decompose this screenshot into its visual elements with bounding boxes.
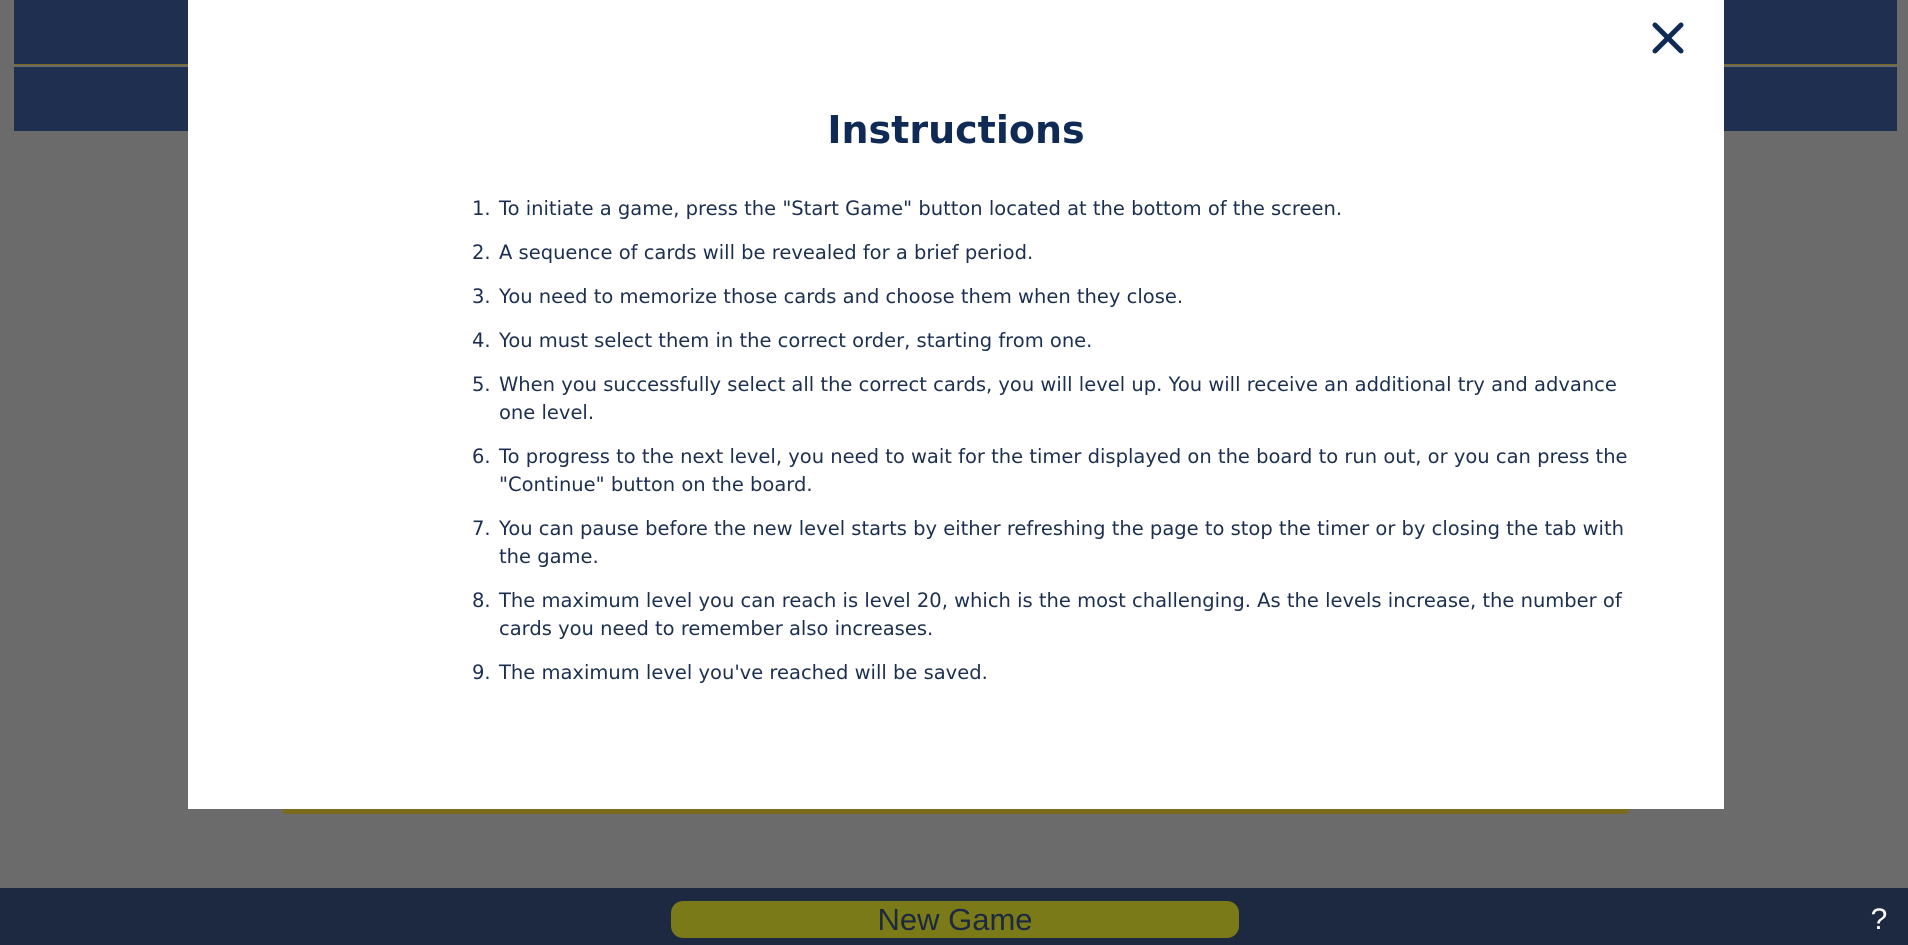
help-button[interactable]: ?	[1864, 900, 1894, 940]
instruction-item: 8. The maximum level you can reach is lev…	[472, 587, 1652, 643]
instruction-text: A sequence of cards will be revealed for…	[499, 241, 1034, 264]
close-icon	[1652, 22, 1684, 54]
instruction-item: 2. A sequence of cards will be revealed f…	[472, 239, 1652, 267]
instruction-number: 5.	[472, 373, 491, 396]
instruction-text: The maximum level you've reached will be…	[499, 661, 988, 684]
instruction-number: 8.	[472, 589, 491, 612]
instruction-number: 6.	[472, 445, 491, 468]
instruction-item: 4. You must select them in the correct or…	[472, 327, 1652, 355]
instruction-item: 7. You can pause before the new level sta…	[472, 515, 1652, 571]
instruction-item: 6. To progress to the next level, you nee…	[472, 443, 1652, 499]
instruction-text: To initiate a game, press the "Start Gam…	[499, 197, 1343, 220]
instruction-item: 3. You need to memorize those cards and c…	[472, 283, 1652, 311]
instruction-item: 9. The maximum level you've reached will …	[472, 659, 1652, 687]
instruction-text: To progress to the next level, you need …	[499, 445, 1628, 496]
instruction-text: You need to memorize those cards and cho…	[499, 285, 1184, 308]
instruction-number: 7.	[472, 517, 491, 540]
modal-title: Instructions	[827, 108, 1085, 152]
close-button[interactable]	[1648, 18, 1688, 58]
instruction-number: 4.	[472, 329, 491, 352]
page: New Game ? Instructions 1. To initiate a …	[0, 0, 1908, 945]
instruction-text: The maximum level you can reach is level…	[499, 589, 1622, 640]
instruction-text: When you successfully select all the cor…	[499, 373, 1617, 424]
instruction-number: 9.	[472, 661, 491, 684]
instruction-text: You must select them in the correct orde…	[499, 329, 1093, 352]
instructions-modal: Instructions 1. To initiate a game, press…	[188, 0, 1724, 809]
instruction-item: 5. When you successfully select all the c…	[472, 371, 1652, 427]
new-game-button[interactable]: New Game	[669, 899, 1241, 940]
instructions-list: 1. To initiate a game, press the "Start G…	[472, 195, 1652, 703]
instruction-item: 1. To initiate a game, press the "Start G…	[472, 195, 1652, 223]
instruction-number: 3.	[472, 285, 491, 308]
instruction-text: You can pause before the new level start…	[499, 517, 1624, 568]
instruction-number: 1.	[472, 197, 491, 220]
instruction-number: 2.	[472, 241, 491, 264]
